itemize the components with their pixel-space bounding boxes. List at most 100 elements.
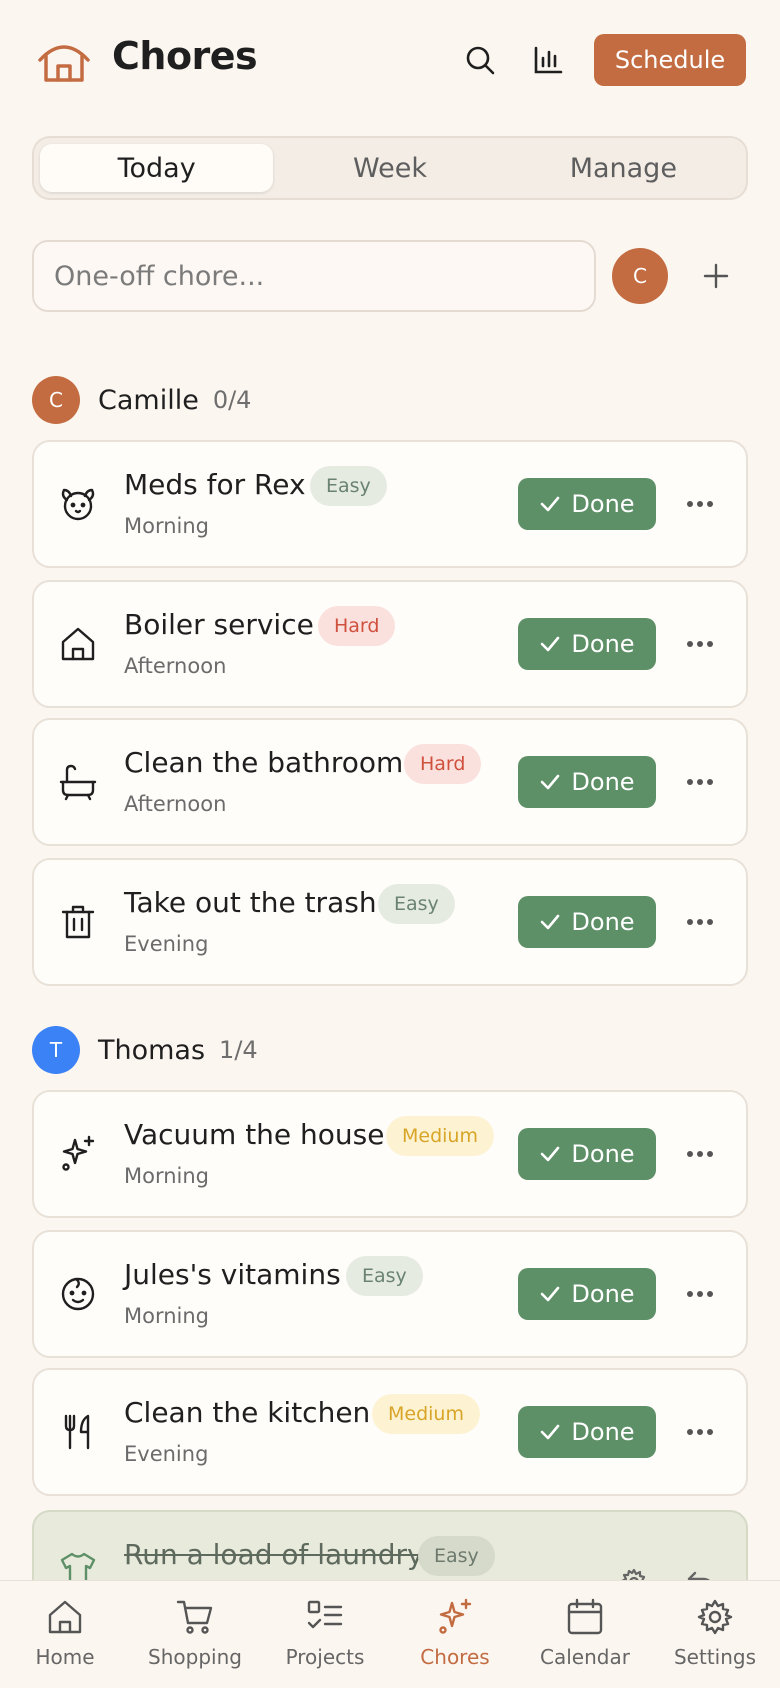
done-label: Done	[571, 768, 635, 796]
check-icon	[541, 1146, 560, 1162]
chore-card: Clean the kitchen Medium Evening Done	[32, 1368, 748, 1496]
avatar: C	[32, 376, 80, 424]
calendar-icon	[567, 1598, 603, 1635]
search-icon[interactable]	[460, 40, 500, 80]
done-button[interactable]: Done	[518, 896, 656, 948]
nav-label: Chores	[420, 1645, 490, 1669]
done-button[interactable]: Done	[518, 1268, 656, 1320]
difficulty-badge: Medium	[386, 1116, 494, 1156]
done-label: Done	[571, 1140, 635, 1168]
utensils-icon	[56, 1410, 100, 1454]
bar-chart-icon[interactable]	[528, 40, 568, 80]
app-header: Chores Schedule	[0, 0, 780, 120]
chore-title: Meds for Rex	[124, 468, 306, 501]
done-button[interactable]: Done	[518, 478, 656, 530]
chore-card: Take out the trash Easy Evening Done	[32, 858, 748, 986]
nav-chores[interactable]: Chores	[390, 1581, 520, 1688]
difficulty-badge: Hard	[404, 744, 482, 784]
difficulty-badge: Medium	[372, 1394, 480, 1434]
more-options-icon[interactable]	[682, 764, 718, 800]
settings-icon	[697, 1599, 733, 1635]
chore-card: Clean the bathroom Hard Afternoon Done	[32, 718, 748, 846]
trash-icon	[56, 900, 100, 944]
tab-manage[interactable]: Manage	[507, 144, 740, 192]
chore-title: Clean the bathroom	[124, 746, 404, 779]
chore-time: Evening	[124, 1442, 209, 1466]
assignee-avatar[interactable]: C	[612, 248, 668, 304]
chore-title: Vacuum the house	[124, 1118, 385, 1151]
check-icon	[541, 1286, 560, 1302]
plus-icon[interactable]	[696, 256, 736, 296]
nav-label: Projects	[285, 1645, 365, 1669]
chore-title: Clean the kitchen	[124, 1396, 371, 1429]
nav-settings[interactable]: Settings	[650, 1581, 780, 1688]
check-icon	[541, 636, 560, 652]
cart-icon	[176, 1600, 213, 1634]
more-options-icon[interactable]	[682, 1414, 718, 1450]
nav-label: Settings	[673, 1645, 757, 1669]
nav-shopping[interactable]: Shopping	[130, 1581, 260, 1688]
chore-title: Jules's vitamins	[124, 1258, 341, 1291]
chore-time: Morning	[124, 1304, 210, 1328]
difficulty-badge: Easy	[310, 466, 387, 506]
person-header-thomas: T Thomas 1/4	[32, 1026, 258, 1074]
done-label: Done	[571, 908, 635, 936]
difficulty-badge: Easy	[418, 1536, 495, 1576]
nav-label: Home	[35, 1645, 95, 1669]
person-chore-count: 0/4	[212, 386, 252, 414]
nav-home[interactable]: Home	[0, 1581, 130, 1688]
person-name: Thomas	[98, 1034, 206, 1066]
chore-title: Take out the trash	[124, 886, 377, 919]
more-options-icon[interactable]	[682, 1136, 718, 1172]
more-options-icon[interactable]	[682, 486, 718, 522]
app-title: Chores	[112, 34, 258, 78]
schedule-button[interactable]: Schedule	[594, 34, 746, 86]
chore-time: Morning	[124, 1164, 210, 1188]
nav-projects[interactable]: Projects	[260, 1581, 390, 1688]
done-button[interactable]: Done	[518, 1128, 656, 1180]
sparkles-icon	[56, 1132, 100, 1176]
checklist-icon	[307, 1600, 343, 1629]
done-label: Done	[571, 490, 635, 518]
person-chore-count: 1/4	[219, 1036, 258, 1064]
done-button[interactable]: Done	[518, 618, 656, 670]
bathtub-icon	[56, 760, 100, 804]
nav-calendar[interactable]: Calendar	[520, 1581, 650, 1688]
done-label: Done	[571, 1418, 635, 1446]
check-icon	[541, 774, 560, 790]
baby-icon	[56, 1272, 100, 1316]
chore-card: Jules's vitamins Easy Morning Done	[32, 1230, 748, 1358]
done-label: Done	[571, 630, 635, 658]
done-label: Done	[571, 1280, 635, 1308]
more-options-icon[interactable]	[682, 626, 718, 662]
house-icon	[56, 622, 100, 666]
person-name: Camille	[98, 384, 199, 416]
home-icon	[48, 1600, 82, 1634]
difficulty-badge: Hard	[318, 606, 396, 646]
nav-label: Shopping	[148, 1645, 242, 1669]
person-header-camille: C Camille 0/4	[32, 376, 251, 424]
done-button[interactable]: Done	[518, 756, 656, 808]
chore-time: Afternoon	[124, 792, 227, 816]
tab-week[interactable]: Week	[273, 144, 506, 192]
chore-title: Boiler service	[124, 608, 314, 641]
tab-today[interactable]: Today	[40, 144, 274, 192]
dog-icon	[56, 482, 100, 526]
one-off-chore-input[interactable]	[32, 240, 596, 312]
done-button[interactable]: Done	[518, 1406, 656, 1458]
chore-card: Vacuum the house Medium Morning Done	[32, 1090, 748, 1218]
chore-card: Meds for Rex Easy Morning Done	[32, 440, 748, 568]
more-options-icon[interactable]	[682, 904, 718, 940]
check-icon	[541, 914, 560, 930]
difficulty-badge: Easy	[346, 1256, 423, 1296]
more-options-icon[interactable]	[682, 1276, 718, 1312]
check-icon	[541, 1424, 560, 1440]
chore-time: Afternoon	[124, 654, 227, 678]
view-tabs: Today Week Manage	[32, 136, 748, 200]
nav-label: Calendar	[540, 1645, 630, 1669]
difficulty-badge: Easy	[378, 884, 455, 924]
chore-title: Run a load of laundry	[124, 1538, 424, 1571]
check-icon	[541, 496, 560, 512]
home-logo-icon	[36, 36, 92, 84]
chore-card: Boiler service Hard Afternoon Done	[32, 580, 748, 708]
